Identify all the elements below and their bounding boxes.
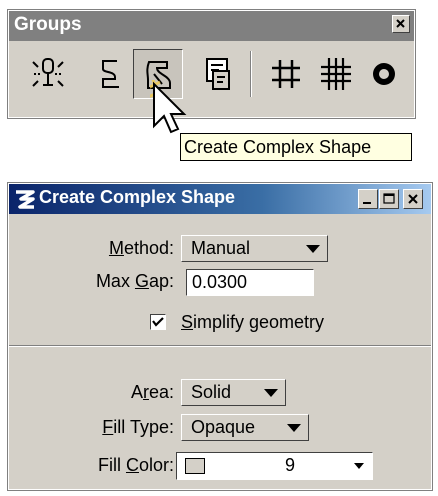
max-gap-input[interactable]: 0.0300 <box>186 269 314 296</box>
minimize-button[interactable] <box>358 189 378 209</box>
drop-from-graphic-group-icon <box>321 58 351 90</box>
max-gap-label-pre: Max <box>95 271 135 291</box>
groups-close-button[interactable] <box>392 15 410 33</box>
dropdown-arrow-icon <box>287 424 301 432</box>
minimize-icon <box>363 202 371 204</box>
fill-type-value: Opaque <box>191 417 256 437</box>
dialog-title-bar[interactable]: Create Complex Shape <box>9 184 431 214</box>
section-divider <box>9 345 431 347</box>
method-value: Manual <box>191 238 251 258</box>
fill-type-dropdown[interactable]: Opaque <box>181 414 309 441</box>
groups-title: Groups <box>14 14 82 35</box>
simplify-label-mnemonic: S <box>181 312 194 332</box>
dropdown-arrow-icon <box>264 389 278 397</box>
chevron-down-icon <box>354 463 364 469</box>
fill-color-label-pre: Fill <box>97 455 126 475</box>
groups-title-bar[interactable]: Groups <box>9 11 414 41</box>
color-swatch <box>185 458 205 474</box>
method-dropdown[interactable]: Manual <box>181 235 328 262</box>
method-label: Method: <box>109 238 174 259</box>
maximize-button[interactable] <box>379 189 399 209</box>
dialog-title: Create Complex Shape <box>39 187 236 207</box>
add-to-graphic-group-tool[interactable] <box>261 49 311 99</box>
drop-element-tool[interactable] <box>23 49 73 99</box>
fill-color-combo[interactable]: 9 <box>176 452 373 480</box>
create-complex-shape-dialog: Create Complex Shape Method: Manual Max … <box>7 182 433 491</box>
create-region-tool[interactable] <box>193 49 243 99</box>
maximize-icon <box>383 193 395 204</box>
tooltip: Create Complex Shape <box>180 133 412 161</box>
drop-from-graphic-group-tool[interactable] <box>311 49 361 99</box>
drop-element-icon <box>32 58 64 87</box>
area-label-rest: ea: <box>148 382 174 402</box>
fill-type-label-mnemonic: F <box>102 417 114 437</box>
close-icon <box>408 194 418 204</box>
simplify-geometry-checkbox[interactable] <box>150 314 166 330</box>
max-gap-label-mnemonic: G <box>134 271 149 291</box>
area-label-pre: A <box>130 382 143 402</box>
group-holes-icon <box>373 63 395 85</box>
fill-type-label-rest: ill Type: <box>113 417 174 437</box>
dropdown-arrow-icon <box>306 245 320 253</box>
create-region-icon <box>206 58 230 90</box>
add-to-graphic-group-icon <box>272 60 300 88</box>
group-holes-tool[interactable] <box>359 49 409 99</box>
close-button[interactable] <box>403 189 423 209</box>
fill-color-value: 9 <box>285 455 296 475</box>
simplify-geometry-label[interactable]: Simplify geometry <box>181 312 324 333</box>
fill-type-label: Fill Type: <box>102 417 174 438</box>
groups-toolbox: Groups <box>7 9 416 119</box>
close-icon <box>396 19 405 28</box>
fill-color-label-mnemonic: C <box>125 455 139 475</box>
area-dropdown[interactable]: Solid <box>181 379 286 406</box>
simplify-label-rest: implify geometry <box>193 312 325 332</box>
area-label: Area: <box>131 382 174 403</box>
method-label-mnemonic: M <box>108 238 124 258</box>
create-complex-chain-icon <box>102 60 119 88</box>
create-complex-chain-tool[interactable] <box>85 49 135 99</box>
max-gap-label: Max Gap: <box>96 271 174 292</box>
toolbar-separator <box>250 51 252 97</box>
app-icon <box>16 190 35 209</box>
method-label-rest: ethod: <box>123 238 174 258</box>
max-gap-label-rest: ap: <box>148 271 174 291</box>
fill-color-label: Fill Color: <box>98 455 174 476</box>
area-value: Solid <box>191 382 232 402</box>
fill-color-label-rest: olor: <box>138 455 174 475</box>
checkmark-icon <box>152 317 164 327</box>
